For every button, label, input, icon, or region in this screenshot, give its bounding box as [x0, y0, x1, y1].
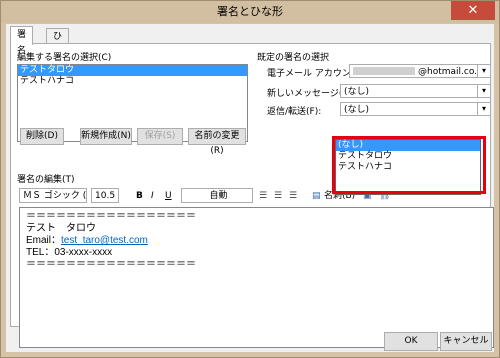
close-button[interactable]: ✕	[451, 1, 495, 20]
masked-address	[353, 67, 415, 75]
dropdown-arrow-icon: ▾	[477, 85, 490, 97]
font-color-select[interactable]: 自動	[181, 188, 253, 203]
align-right-icon[interactable]: ☰	[289, 188, 297, 204]
edit-signature-label: 署名の編集(T)	[17, 175, 75, 185]
bold-button[interactable]: B	[136, 188, 143, 204]
dialog-window: 署名とひな形 ✕ 署名 ひな形 編集する署名の選択(C) 既定の署名の選択 電子…	[0, 0, 500, 358]
list-item[interactable]: テストハナコ	[18, 76, 247, 87]
signature-select-label: 編集する署名の選択(C)	[17, 53, 112, 63]
email-link[interactable]: test_taro@test.com	[61, 235, 148, 246]
replies-label: 返信/転送(F):	[267, 107, 322, 117]
business-card-icon: ▤	[312, 191, 321, 201]
new-button[interactable]: 新規作成(N)	[80, 128, 132, 145]
email-account-select[interactable]: @hotmail.co.jp ▾	[349, 64, 491, 78]
close-icon: ✕	[467, 3, 479, 18]
editor-line-email: Email：test_taro@test.com	[26, 235, 487, 247]
title-bar[interactable]: 署名とひな形	[1, 1, 499, 23]
dialog-client: 署名 ひな形 編集する署名の選択(C) 既定の署名の選択 電子メール アカウント…	[6, 24, 494, 352]
highlight-box	[332, 136, 486, 194]
save-button[interactable]: 保存(S)	[137, 128, 183, 145]
editor-line-tel: TEL：03-xxxx-xxxx	[26, 247, 113, 258]
size-select[interactable]: 10.5	[91, 188, 119, 203]
cancel-button[interactable]: キャンセル	[440, 332, 492, 351]
replies-select[interactable]: (なし) ▾	[340, 102, 491, 116]
editor-line-separator: ＝＝＝＝＝＝＝＝＝＝＝＝＝＝＝＝＝	[26, 211, 196, 222]
align-left-icon[interactable]: ☰	[259, 188, 267, 204]
font-select[interactable]: ＭＳ ゴシック (本文	[19, 188, 87, 203]
new-messages-value: (なし)	[344, 87, 370, 97]
delete-button[interactable]: 削除(D)	[20, 128, 64, 145]
window-title: 署名とひな形	[217, 5, 283, 18]
list-item[interactable]: テストタロウ	[18, 65, 247, 76]
editor-line-name: テスト タロウ	[26, 223, 96, 234]
dropdown-arrow-icon: ▾	[477, 65, 490, 77]
rename-button[interactable]: 名前の変更(R)	[188, 128, 246, 156]
ok-button[interactable]: OK	[384, 332, 438, 351]
align-center-icon[interactable]: ☰	[274, 188, 282, 204]
italic-button[interactable]: I	[151, 188, 154, 204]
editor-line-separator: ＝＝＝＝＝＝＝＝＝＝＝＝＝＝＝＝＝	[26, 259, 196, 270]
new-messages-select[interactable]: (なし) ▾	[340, 84, 491, 98]
email-account-value: @hotmail.co.jp	[418, 67, 486, 77]
default-signature-label: 既定の署名の選択	[257, 53, 330, 63]
tab-signature[interactable]: 署名	[10, 26, 34, 56]
email-label: Email：	[26, 235, 62, 246]
signature-editor[interactable]: ＝＝＝＝＝＝＝＝＝＝＝＝＝＝＝＝＝ テスト タロウ Email：test_tar…	[19, 207, 494, 348]
underline-button[interactable]: U	[165, 188, 172, 204]
replies-value: (なし)	[344, 105, 370, 115]
dropdown-arrow-icon: ▾	[477, 103, 490, 115]
